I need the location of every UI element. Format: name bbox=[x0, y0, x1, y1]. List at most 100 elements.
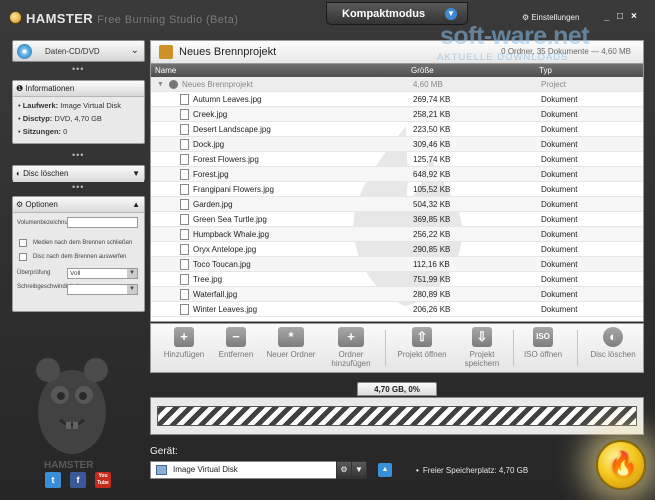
file-type: Dokument bbox=[541, 275, 578, 284]
open-project-label: Projekt öffnen bbox=[397, 350, 447, 359]
erase-panel[interactable]: ◐ Disc löschen ▼ bbox=[12, 165, 145, 182]
chevron-down-icon: ▼ bbox=[355, 465, 363, 474]
table-row[interactable]: Tree.jpg 751,99 KB Dokument bbox=[151, 272, 643, 287]
settings-label: Einstellungen bbox=[531, 13, 580, 22]
table-row[interactable]: Autumn Leaves.jpg 269,74 KB Dokument bbox=[151, 92, 643, 107]
add-button[interactable]: + Hinzufügen bbox=[159, 327, 209, 359]
file-type: Dokument bbox=[541, 200, 578, 209]
table-row-root[interactable]: ▼ Neues Brennprojekt 4,60 MB Project bbox=[151, 77, 643, 92]
app-name: HAMSTER bbox=[26, 11, 94, 26]
toolbar-divider bbox=[385, 330, 386, 366]
file-icon bbox=[180, 274, 189, 285]
disctype-value: DVD, 4,70 GB bbox=[54, 114, 102, 123]
table-row[interactable]: Oryx Antelope.jpg 290,85 KB Dokument bbox=[151, 242, 643, 257]
file-type: Dokument bbox=[541, 245, 578, 254]
facebook-icon[interactable]: f bbox=[70, 472, 86, 488]
close-button[interactable]: × bbox=[631, 11, 637, 22]
file-name: Frangipani Flowers.jpg bbox=[193, 185, 274, 194]
minus-icon: − bbox=[226, 327, 246, 347]
drive-label: Laufwerk: bbox=[22, 101, 59, 110]
open-project-button[interactable]: ⇧ Projekt öffnen bbox=[391, 327, 453, 359]
table-row[interactable]: Waterfall.jpg 280,89 KB Dokument bbox=[151, 287, 643, 302]
add-folder-label-1: Ordner bbox=[338, 350, 364, 359]
erase-disc-label: Disc löschen bbox=[590, 350, 636, 359]
file-name: Dock.jpg bbox=[193, 140, 225, 149]
table-row[interactable]: Green Sea Turtle.jpg 369,85 KB Dokument bbox=[151, 212, 643, 227]
info-panel-header[interactable]: ❶ Informationen bbox=[13, 81, 144, 97]
volume-input[interactable] bbox=[67, 217, 138, 228]
collapse-icon[interactable]: ▼ bbox=[157, 77, 164, 92]
minimize-button[interactable]: _ bbox=[604, 11, 610, 22]
watermark-logo: soft-ware.net bbox=[440, 22, 590, 50]
file-size: 112,16 KB bbox=[413, 260, 450, 269]
erase-panel-header[interactable]: ◐ Disc löschen ▼ bbox=[13, 166, 144, 182]
table-row[interactable]: Desert Landscape.jpg 223,50 KB Dokument bbox=[151, 122, 643, 137]
info-panel-title: Informationen bbox=[25, 84, 75, 93]
device-select[interactable]: Image Virtual Disk bbox=[150, 461, 364, 479]
remove-button[interactable]: − Entfernen bbox=[211, 327, 261, 359]
gear-icon: ⚙ bbox=[522, 13, 530, 22]
file-name: Autumn Leaves.jpg bbox=[193, 95, 262, 104]
disc-type-select[interactable]: Daten-CD/DVD ⌄ bbox=[12, 40, 145, 62]
file-size: 125,74 KB bbox=[413, 155, 451, 164]
table-row[interactable]: Creek.jpg 258,21 KB Dokument bbox=[151, 107, 643, 122]
eject-disc-row: Disc nach dem Brennen auswerfen bbox=[13, 251, 144, 265]
drive-value: Image Virtual Disk bbox=[60, 101, 121, 110]
info-icon: ❶ bbox=[16, 84, 24, 93]
twitter-icon[interactable]: t bbox=[45, 472, 61, 488]
table-row[interactable]: Forest Flowers.jpg 125,74 KB Dokument bbox=[151, 152, 643, 167]
table-row[interactable]: Forest.jpg 648,92 KB Dokument bbox=[151, 167, 643, 182]
device-settings-button[interactable]: ⚙ bbox=[336, 461, 352, 479]
device-label: Gerät: bbox=[150, 446, 178, 457]
file-name: Desert Landscape.jpg bbox=[193, 125, 271, 134]
gear-icon: ⚙ bbox=[340, 465, 348, 474]
file-icon bbox=[180, 94, 189, 105]
disc-icon bbox=[17, 44, 32, 59]
table-row[interactable]: Humpback Whale.jpg 256,22 KB Dokument bbox=[151, 227, 643, 242]
verify-select[interactable]: Voll ▼ bbox=[67, 268, 138, 279]
youtube-icon[interactable]: You Tube bbox=[95, 472, 111, 488]
column-header-name[interactable]: Name bbox=[155, 64, 176, 77]
eject-disc-checkbox[interactable] bbox=[19, 253, 27, 261]
table-row[interactable]: Winter Leaves.jpg 206,26 KB Dokument bbox=[151, 302, 643, 317]
file-name: Creek.jpg bbox=[193, 110, 228, 119]
speed-label: Schreibgeschwindigkeit bbox=[17, 284, 80, 290]
options-panel: ⚙ Optionen ▲ Volumenbezeichnung Medien n… bbox=[12, 196, 145, 312]
table-row[interactable]: Dock.jpg 309,46 KB Dokument bbox=[151, 137, 643, 152]
file-icon bbox=[180, 109, 189, 120]
file-name: Green Sea Turtle.jpg bbox=[193, 215, 267, 224]
table-row[interactable]: Toco Toucan.jpg 112,16 KB Dokument bbox=[151, 257, 643, 272]
table-row[interactable]: Garden.jpg 504,32 KB Dokument bbox=[151, 197, 643, 212]
erase-disc-button[interactable]: ◐ Disc löschen bbox=[585, 327, 641, 359]
device-dropdown-button[interactable]: ▼ bbox=[351, 461, 367, 479]
open-iso-label: ISO öffnen bbox=[523, 350, 563, 359]
progress-panel bbox=[150, 397, 644, 435]
add-folder-button[interactable]: + Ordner hinzufügen bbox=[323, 327, 379, 368]
burn-button[interactable]: 🔥 bbox=[596, 440, 646, 490]
column-header-type[interactable]: Typ bbox=[539, 64, 552, 77]
settings-button[interactable]: ⚙ Einstellungen bbox=[522, 13, 579, 22]
file-icon bbox=[180, 304, 189, 315]
file-size: 369,85 KB bbox=[413, 215, 451, 224]
file-type: Dokument bbox=[541, 185, 578, 194]
new-folder-button[interactable]: * Neuer Ordner bbox=[259, 327, 323, 359]
project-title[interactable]: Neues Brennprojekt bbox=[179, 46, 276, 58]
save-project-button[interactable]: ⇩ Projekt speichern bbox=[457, 327, 507, 368]
maximize-button[interactable]: □ bbox=[617, 11, 623, 22]
table-row[interactable]: Frangipani Flowers.jpg 105,52 KB Dokument bbox=[151, 182, 643, 197]
file-name: Forest.jpg bbox=[193, 170, 229, 179]
chevron-down-icon: ⌄ bbox=[130, 45, 139, 56]
file-icon bbox=[180, 229, 189, 240]
speed-select[interactable]: ▼ bbox=[67, 284, 138, 295]
close-media-checkbox[interactable] bbox=[19, 239, 27, 247]
file-type: Dokument bbox=[541, 95, 578, 104]
column-header-size[interactable]: Größe bbox=[411, 64, 434, 77]
file-name: Waterfall.jpg bbox=[193, 290, 238, 299]
device-value: Image Virtual Disk bbox=[173, 465, 238, 474]
options-panel-header[interactable]: ⚙ Optionen ▲ bbox=[13, 197, 144, 213]
main-area: Neues Brennprojekt 0 Ordner, 35 Dokument… bbox=[150, 22, 644, 496]
project-flame-icon bbox=[159, 45, 173, 59]
file-size: 309,46 KB bbox=[413, 140, 451, 149]
open-iso-button[interactable]: ISO ISO öffnen bbox=[517, 327, 569, 359]
eject-button[interactable]: ▲ bbox=[378, 463, 392, 477]
